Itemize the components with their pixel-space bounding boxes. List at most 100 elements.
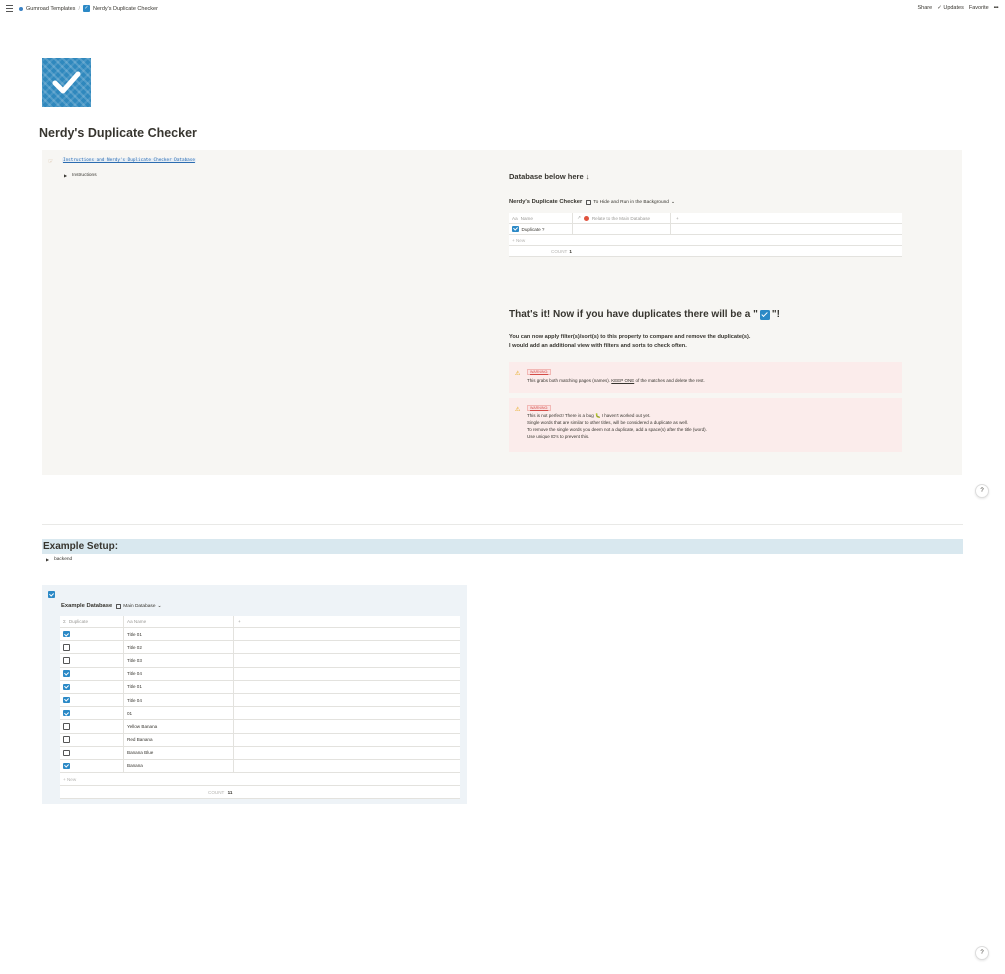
help-button[interactable]: ? [975,484,989,498]
warning-icon: ⚠ [515,371,521,377]
checked-checkbox-icon[interactable] [63,762,70,770]
count-value: 1 [569,248,572,254]
text-property-icon: Aa [512,215,518,221]
header-label: Duplicate [68,619,88,624]
table-row[interactable]: Title 01 [60,628,460,642]
warning-icon: ⚠ [515,407,521,413]
header-label: Name [520,215,533,221]
add-property-button[interactable]: + [671,216,679,221]
warning-line: Use unique ID's to prevent this. [527,434,590,439]
instructions-toggle[interactable]: ▶ Instructions [64,173,97,178]
paragraph-line: I would add an additional view with filt… [509,342,687,349]
heading-text-pre: That's it! Now if you have duplicates th… [509,309,758,320]
warning-text-part: of the matches and delete the rest. [634,378,705,383]
warning-callout-bug: ⚠ WARNING: This is not perfect! There is… [509,398,902,452]
name-cell[interactable]: Red Banana [124,733,234,746]
checked-checkbox-icon [512,225,519,233]
duplicate-cell[interactable] [60,759,124,773]
breadcrumb-page[interactable]: Nerdy's Duplicate Checker [93,6,158,12]
breadcrumb-workspace[interactable]: Gumroad Templates [26,6,75,12]
duplicate-cell[interactable] [60,680,124,693]
unchecked-checkbox-icon[interactable] [63,644,70,651]
example-db-title[interactable]: Example Database [61,603,112,609]
updates-button[interactable]: ✓ Updates [937,5,964,11]
name-cell[interactable]: Duplicate ? [509,224,573,234]
help-button[interactable]: ? [975,946,989,960]
duplicate-cell[interactable] [60,733,124,746]
duplicate-cell[interactable] [60,720,124,733]
table-header-row: Σ Duplicate Aa Name + [60,616,460,628]
checkbox-emoji-icon [759,309,770,320]
share-button[interactable]: Share [918,5,933,11]
add-property-button[interactable]: + [234,619,241,624]
unchecked-checkbox-icon[interactable] [63,723,70,730]
name-cell[interactable]: Title 04 [124,667,234,680]
table-header-row: Aa Name ↗ Relate to the Main Database + [509,213,902,224]
name-cell[interactable]: Title 02 [124,641,234,654]
checked-checkbox-icon[interactable] [63,670,70,677]
new-row-button[interactable]: + New [60,773,460,787]
checked-checkbox-icon[interactable] [63,630,70,638]
table-row[interactable]: Banana Blue [60,746,460,760]
table-icon [116,603,122,609]
duplicate-cell[interactable] [60,693,124,707]
duplicate-column-header[interactable]: Σ Duplicate [60,616,124,627]
relation-column-header[interactable]: ↗ Relate to the Main Database [573,213,671,223]
menu-icon[interactable] [6,5,13,12]
db-title-row: Nerdy's Duplicate Checker To Hide and Ru… [509,199,675,205]
unchecked-checkbox-icon[interactable] [63,749,70,757]
db-title[interactable]: Nerdy's Duplicate Checker [509,199,582,205]
example-db-view-selector[interactable]: Main Database ⌄ [116,603,162,609]
name-cell[interactable]: Banana Blue [124,746,234,759]
duplicate-cell[interactable] [60,746,124,759]
name-cell[interactable]: Title 01 [124,628,234,641]
table-row[interactable]: Title 02 [60,641,460,655]
checked-checkbox-icon[interactable] [63,709,70,717]
db-view-selector[interactable]: To Hide and Run in the Background ⌄ [586,199,675,205]
name-cell[interactable]: Title 01 [124,680,234,693]
unchecked-checkbox-icon[interactable] [63,736,70,743]
table-row[interactable]: Banana [60,759,460,774]
table-row[interactable]: Title 04 [60,693,460,708]
duplicate-cell[interactable] [60,641,124,654]
example-db-title-row: Example Database Main Database ⌄ [61,603,162,609]
name-cell[interactable]: Title 04 [124,693,234,707]
table-icon [586,199,592,205]
duplicate-checker-table: Aa Name ↗ Relate to the Main Database + Du… [509,213,902,257]
table-row[interactable]: Title 03 [60,654,460,668]
duplicate-cell[interactable] [60,667,124,680]
page-icon[interactable] [42,58,91,107]
table-row[interactable]: Duplicate ? [509,224,902,235]
table-row[interactable]: 01 [60,707,460,721]
unchecked-checkbox-icon[interactable] [63,657,70,664]
duplicate-cell[interactable] [60,628,124,641]
name-cell[interactable]: 01 [124,707,234,720]
row-name: Duplicate ? [521,226,545,232]
name-column-header[interactable]: Aa Name [509,213,573,223]
checked-checkbox-icon[interactable] [63,683,70,691]
favorite-button[interactable]: Favorite [969,5,989,11]
instructions-link[interactable]: Instructions and Nerdy's Duplicate Check… [62,158,196,163]
relation-cell[interactable] [573,224,671,234]
name-cell[interactable]: Yellow Banana [124,720,234,733]
db-view-label: Main Database [123,603,156,609]
new-row-button[interactable]: + New [509,235,902,246]
name-cell[interactable]: Title 03 [124,654,234,667]
duplicate-cell[interactable] [60,707,124,720]
example-table: Σ Duplicate Aa Name + Title 01 Title 02 Tit… [60,616,460,800]
duplicate-cell[interactable] [60,654,124,667]
table-row[interactable]: Yellow Banana [60,720,460,734]
name-cell[interactable]: Banana [124,759,234,773]
name-column-header[interactable]: Aa Name [124,616,234,627]
heading-text-post: "! [771,309,780,320]
paragraph-line: You can now apply filter(s)/sort(s) to t… [509,334,751,340]
table-row[interactable]: Title 04 [60,667,460,681]
table-row[interactable]: Title 01 [60,680,460,694]
checked-checkbox-icon[interactable] [63,696,70,704]
table-row[interactable]: Red Banana [60,733,460,747]
count-label: COUNT [208,789,225,795]
toggle-triangle-icon: ▶ [46,557,50,562]
more-options-button[interactable]: ••• [994,5,999,11]
formula-icon: Σ [63,619,66,624]
backend-toggle[interactable]: ▶ backend [46,557,72,562]
